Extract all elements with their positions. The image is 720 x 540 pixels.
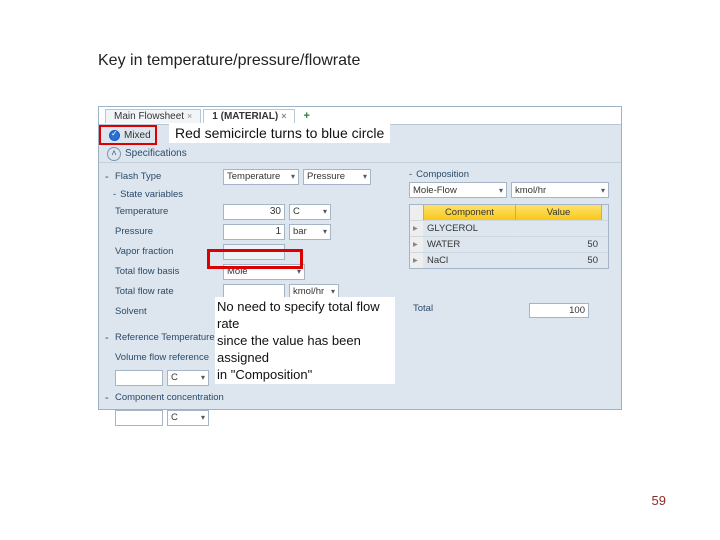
temperature-label: Temperature	[115, 206, 223, 217]
composition-panel: -Composition Mole-Flow▾ kmol/hr▾ Compone…	[409, 167, 609, 395]
table-row[interactable]: ▸ WATER 50	[410, 236, 608, 252]
total-value: 100	[529, 303, 589, 318]
slide-title: Key in temperature/pressure/flowrate	[98, 52, 360, 70]
collapse-icon[interactable]: ˄	[107, 147, 121, 161]
state-vars-header: -State variables	[105, 187, 403, 202]
chevron-down-icon: ▾	[363, 172, 367, 181]
tab-material-1[interactable]: 1 (MATERIAL)×	[203, 109, 295, 123]
section-header[interactable]: ˄ Specifications	[99, 145, 621, 163]
highlight-flow-rate	[207, 249, 303, 269]
solvent-label: Solvent	[115, 306, 223, 317]
table-row[interactable]: ▸ NaCl 50	[410, 252, 608, 268]
col-value: Value	[516, 205, 602, 220]
temperature-input[interactable]: 30	[223, 204, 285, 220]
close-icon[interactable]: ×	[187, 111, 192, 121]
ref-temp-unit-select[interactable]: C▾	[167, 370, 209, 386]
total-row: Total 100	[409, 303, 609, 318]
pressure-label: Pressure	[115, 226, 223, 237]
pressure-unit-select[interactable]: bar▾	[289, 224, 331, 240]
flash-type-select-2[interactable]: Pressure▾	[303, 169, 371, 185]
page-number: 59	[652, 493, 666, 508]
table-row[interactable]: ▸ GLYCEROL	[410, 220, 608, 236]
flash-type-select-1[interactable]: Temperature▾	[223, 169, 299, 185]
pressure-input[interactable]: 1	[223, 224, 285, 240]
comp-conc-label: Component concentration	[115, 392, 275, 403]
composition-grid: Component Value ▸ GLYCEROL ▸ WATER 50 ▸ …	[409, 204, 609, 269]
comp-conc-input[interactable]	[115, 410, 163, 426]
flow-rate-label: Total flow rate	[115, 286, 223, 297]
status-row: Mixed	[99, 125, 157, 145]
ref-temp-input[interactable]	[115, 370, 163, 386]
col-component: Component	[424, 205, 516, 220]
comp-conc-unit-select[interactable]: C▾	[167, 410, 209, 426]
comp-basis-unit-select[interactable]: kmol/hr▾	[511, 182, 609, 198]
callout-flowrate: No need to specify total flow rate since…	[215, 297, 395, 384]
close-icon[interactable]: ×	[281, 111, 286, 121]
status-complete-icon	[109, 130, 120, 141]
callout-status: Red semicircle turns to blue circle	[169, 123, 390, 143]
section-title: Specifications	[125, 148, 187, 159]
comp-basis-select[interactable]: Mole-Flow▾	[409, 182, 507, 198]
add-tab-button[interactable]: +	[297, 110, 315, 122]
composition-header: -Composition	[409, 167, 609, 182]
flash-type-label: Flash Type	[115, 171, 223, 182]
temperature-unit-select[interactable]: C▾	[289, 204, 331, 220]
total-label: Total	[409, 303, 529, 318]
status-label: Mixed	[124, 130, 151, 141]
tab-main-flowsheet[interactable]: Main Flowsheet×	[105, 109, 201, 123]
chevron-down-icon: ▾	[291, 172, 295, 181]
